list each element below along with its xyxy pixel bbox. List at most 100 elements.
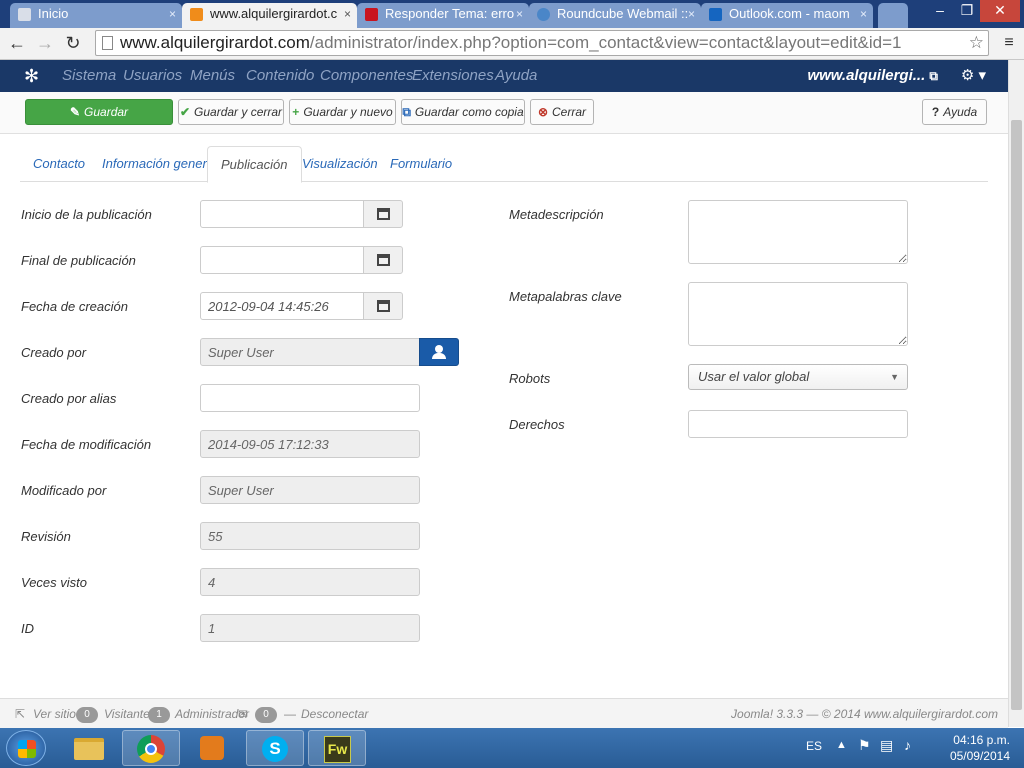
- tab-contacto[interactable]: Contacto: [20, 146, 98, 182]
- network-icon[interactable]: ▤: [880, 737, 893, 754]
- tab-visualizacion[interactable]: Visualización: [289, 146, 391, 182]
- menu-contenido[interactable]: Contenido: [246, 60, 314, 92]
- calendar-icon: [377, 300, 390, 312]
- show-hidden-icons-icon[interactable]: ▲: [836, 739, 847, 751]
- publish-down-input[interactable]: [200, 246, 364, 274]
- volume-icon[interactable]: ♪: [904, 737, 911, 753]
- tab-publicacion[interactable]: Publicación: [207, 146, 302, 183]
- admins-count-badge: 1: [148, 707, 170, 723]
- tab-formulario[interactable]: Formulario: [377, 146, 465, 182]
- site-link[interactable]: www.alquilergi... ⧉: [807, 60, 938, 92]
- menu-extensiones[interactable]: Extensiones: [412, 60, 494, 92]
- form-tabs: Contacto Información general Publicación…: [20, 146, 988, 183]
- bookmark-star-icon[interactable]: ☆: [969, 31, 984, 55]
- publish-up-calendar-button[interactable]: [363, 200, 403, 228]
- menu-sistema[interactable]: Sistema: [62, 60, 116, 92]
- menu-componentes[interactable]: Componentes: [320, 60, 413, 92]
- created-calendar-button[interactable]: [363, 292, 403, 320]
- caret-down-icon: ▼: [890, 372, 899, 382]
- taskbar-skype[interactable]: S: [246, 730, 304, 766]
- copy-icon: ⧉: [402, 105, 411, 119]
- browser-tab-responder[interactable]: Responder Tema: erro ×: [357, 3, 529, 28]
- metadesc-textarea[interactable]: [688, 200, 908, 264]
- created-input[interactable]: [200, 292, 364, 320]
- gear-icon[interactable]: ⚙ ▾: [961, 60, 986, 92]
- media-player-icon: [200, 736, 224, 760]
- start-button[interactable]: [6, 730, 46, 766]
- back-icon[interactable]: ←: [6, 32, 28, 54]
- created-by-label: Creado por: [21, 345, 87, 360]
- id-label: ID: [21, 621, 34, 636]
- rights-label: Derechos: [509, 417, 565, 432]
- save-close-button[interactable]: ✔ Guardar y cerrar: [178, 99, 284, 125]
- save-new-button[interactable]: + Guardar y nuevo: [289, 99, 396, 125]
- browser-tab-alquilergirardot[interactable]: www.alquilergirardot.c ×: [182, 3, 357, 28]
- save-label: Guardar: [84, 105, 129, 119]
- action-center-flag-icon[interactable]: ⚑: [858, 737, 871, 754]
- menu-ayuda[interactable]: Ayuda: [495, 60, 537, 92]
- new-tab-button[interactable]: [878, 3, 908, 28]
- close-icon[interactable]: ×: [169, 3, 176, 25]
- windows-taskbar: S Fw ES ▲ ⚑ ▤ ♪ 04:16 p.m. 05/09/2014: [0, 728, 1024, 768]
- browser-tab-title: Outlook.com - maom: [729, 6, 850, 21]
- close-window-button[interactable]: ✕: [980, 0, 1020, 22]
- view-site-link[interactable]: Ver sitio: [33, 707, 76, 721]
- reload-icon[interactable]: ↻: [62, 32, 84, 54]
- browser-tab-title: Responder Tema: erro: [385, 6, 515, 21]
- logout-link[interactable]: Desconectar: [301, 707, 368, 721]
- system-clock[interactable]: 04:16 p.m. 05/09/2014: [950, 732, 1010, 764]
- id-input[interactable]: [200, 614, 420, 642]
- publish-down-calendar-button[interactable]: [363, 246, 403, 274]
- browser-tab-roundcube[interactable]: Roundcube Webmail :: ×: [529, 3, 701, 28]
- language-indicator[interactable]: ES: [806, 739, 822, 753]
- select-user-button[interactable]: [419, 338, 459, 366]
- created-by-alias-label: Creado por alias: [21, 391, 117, 406]
- created-by-alias-input[interactable]: [200, 384, 420, 412]
- browser-tab-outlook[interactable]: Outlook.com - maom ×: [701, 3, 873, 28]
- close-button[interactable]: ⊗ Cerrar: [530, 99, 594, 125]
- close-icon[interactable]: ×: [516, 3, 523, 25]
- modified-by-input[interactable]: [200, 476, 420, 504]
- save-copy-button[interactable]: ⧉ Guardar como copia: [401, 99, 525, 125]
- publish-down-label: Final de publicación: [21, 253, 136, 268]
- chrome-icon: [137, 735, 165, 763]
- chrome-menu-icon[interactable]: ≡: [998, 32, 1020, 54]
- hits-input[interactable]: [200, 568, 420, 596]
- scrollbar-thumb[interactable]: [1011, 120, 1022, 710]
- metakey-textarea[interactable]: [688, 282, 908, 346]
- site-link-label: www.alquilergi...: [807, 67, 926, 84]
- menu-menus[interactable]: Menús: [190, 60, 235, 92]
- created-by-input[interactable]: [200, 338, 420, 366]
- question-icon: ?: [931, 105, 940, 119]
- browser-tab-title: www.alquilergirardot.c: [210, 6, 338, 21]
- page-scrollbar[interactable]: [1008, 60, 1024, 727]
- publish-up-input[interactable]: [200, 200, 364, 228]
- taskbar-media-player[interactable]: [184, 730, 242, 766]
- help-button[interactable]: ? Ayuda: [922, 99, 987, 125]
- folder-icon: [74, 738, 104, 760]
- address-bar[interactable]: www.alquilergirardot.com/administrator/i…: [95, 30, 989, 56]
- close-icon[interactable]: ×: [344, 3, 351, 25]
- version-input[interactable]: [200, 522, 420, 550]
- robots-label: Robots: [509, 371, 551, 386]
- maximize-button[interactable]: ❐: [954, 0, 980, 22]
- taskbar-fireworks[interactable]: Fw: [308, 730, 366, 766]
- minimize-button[interactable]: –: [926, 0, 954, 22]
- taskbar-explorer[interactable]: [60, 730, 118, 766]
- status-bar: ⇱ Ver sitio 0 Visitantes 1 Administrador…: [0, 698, 1008, 728]
- modified-input[interactable]: [200, 430, 420, 458]
- envelope-icon: ✉: [238, 707, 249, 721]
- joomla-logo-icon[interactable]: ✻: [24, 66, 39, 87]
- save-button[interactable]: ✎ Guardar: [25, 99, 173, 125]
- browser-tab-inicio[interactable]: Inicio ×: [10, 3, 182, 28]
- close-icon[interactable]: ×: [688, 3, 695, 25]
- rights-input[interactable]: [688, 410, 908, 438]
- close-icon[interactable]: ×: [860, 3, 867, 25]
- taskbar-chrome[interactable]: [122, 730, 180, 766]
- robots-selected-value: Usar el valor global: [698, 369, 810, 384]
- forward-icon[interactable]: →: [34, 32, 56, 54]
- robots-select[interactable]: Usar el valor global ▼: [688, 364, 908, 390]
- url-path: /administrator/index.php?option=com_cont…: [309, 33, 902, 52]
- menu-usuarios[interactable]: Usuarios: [123, 60, 182, 92]
- version-label: Revisión: [21, 529, 71, 544]
